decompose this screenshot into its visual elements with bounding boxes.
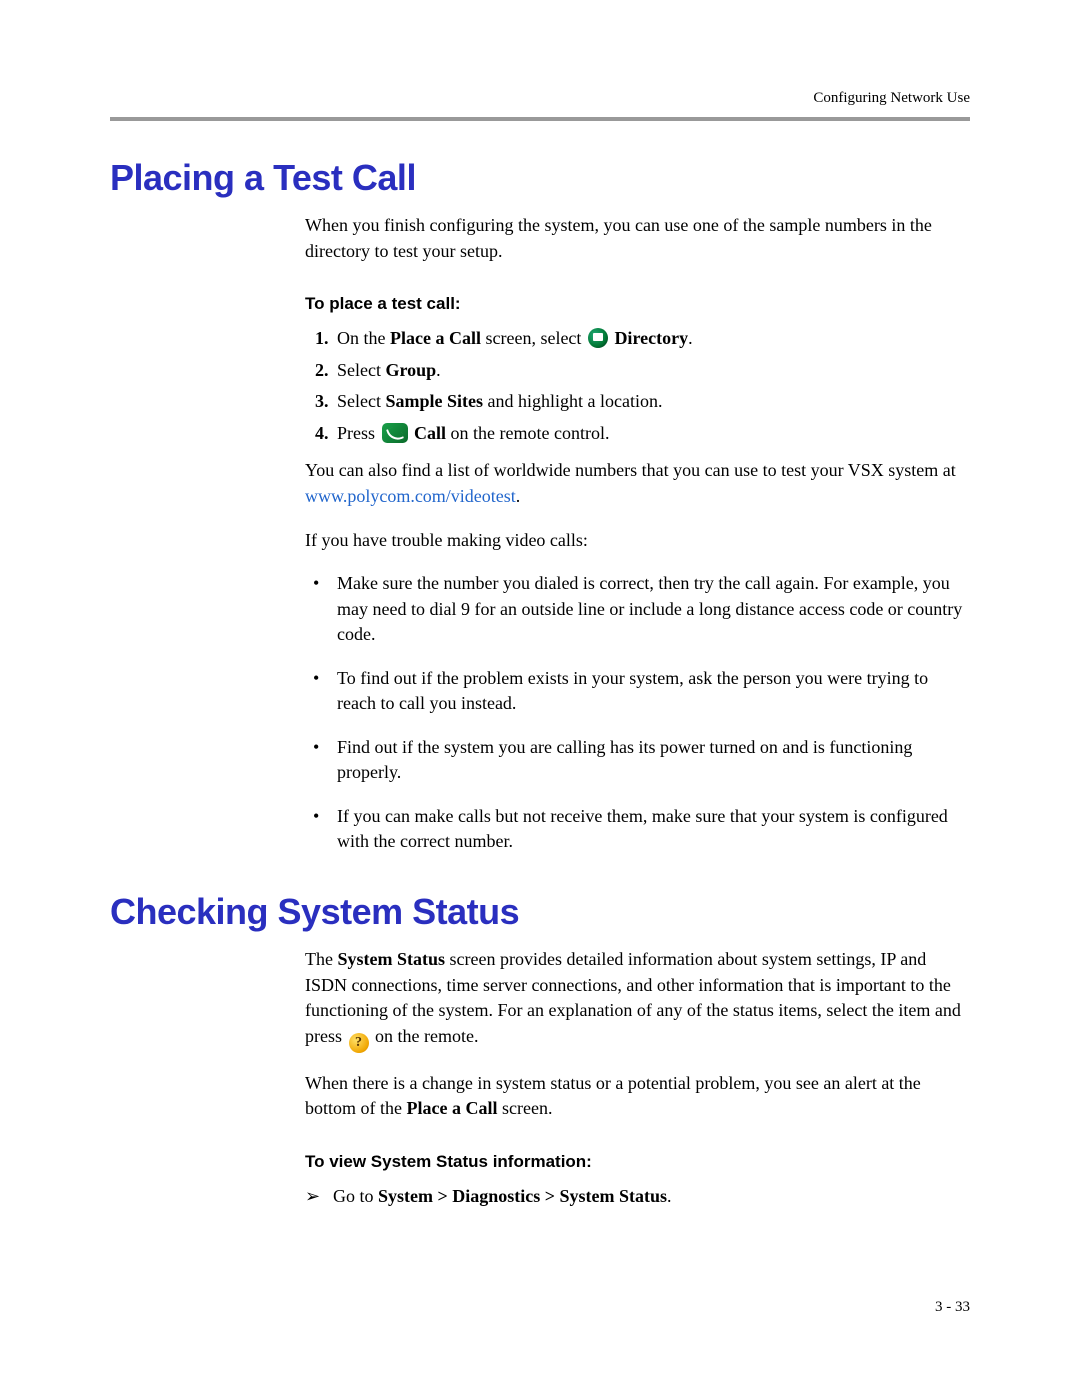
step-4: Press Call on the remote control. xyxy=(333,421,970,447)
document-page: Configuring Network Use Placing a Test C… xyxy=(0,0,1080,1376)
directory-icon xyxy=(588,328,608,348)
worldwide-numbers-paragraph: You can also find a list of worldwide nu… xyxy=(305,458,970,509)
step-3: Select Sample Sites and highlight a loca… xyxy=(333,389,970,415)
running-header: Configuring Network Use xyxy=(110,90,970,107)
bullet-4: If you can make calls but not receive th… xyxy=(333,804,970,855)
trouble-intro: If you have trouble making video calls: xyxy=(305,528,970,554)
subheading-place-test-call: To place a test call: xyxy=(305,292,970,316)
intro-paragraph: When you finish configuring the system, … xyxy=(305,213,970,264)
bullet-1: Make sure the number you dialed is corre… xyxy=(333,571,970,648)
steps-list: On the Place a Call screen, select Direc… xyxy=(305,326,970,446)
heading-checking-system-status: Checking System Status xyxy=(110,891,970,933)
step-2: Select Group. xyxy=(333,358,970,384)
header-rule xyxy=(110,117,970,121)
system-status-paragraph-2: When there is a change in system status … xyxy=(305,1071,970,1122)
goto-step: ➢ Go to System > Diagnostics > System St… xyxy=(305,1184,970,1210)
help-icon: ? xyxy=(349,1033,369,1053)
arrow-icon: ➢ xyxy=(305,1184,333,1210)
subheading-view-system-status: To view System Status information: xyxy=(305,1150,970,1174)
call-icon xyxy=(382,423,408,443)
page-number: 3 - 33 xyxy=(110,1299,970,1316)
bullet-2: To find out if the problem exists in you… xyxy=(333,666,970,717)
bullet-3: Find out if the system you are calling h… xyxy=(333,735,970,786)
videotest-link[interactable]: www.polycom.com/videotest xyxy=(305,486,516,506)
section2-body: The System Status screen provides detail… xyxy=(305,947,970,1209)
trouble-bullets: Make sure the number you dialed is corre… xyxy=(305,571,970,855)
step-1: On the Place a Call screen, select Direc… xyxy=(333,326,970,352)
section1-body: When you finish configuring the system, … xyxy=(305,213,970,855)
heading-placing-test-call: Placing a Test Call xyxy=(110,157,970,199)
system-status-paragraph-1: The System Status screen provides detail… xyxy=(305,947,970,1053)
